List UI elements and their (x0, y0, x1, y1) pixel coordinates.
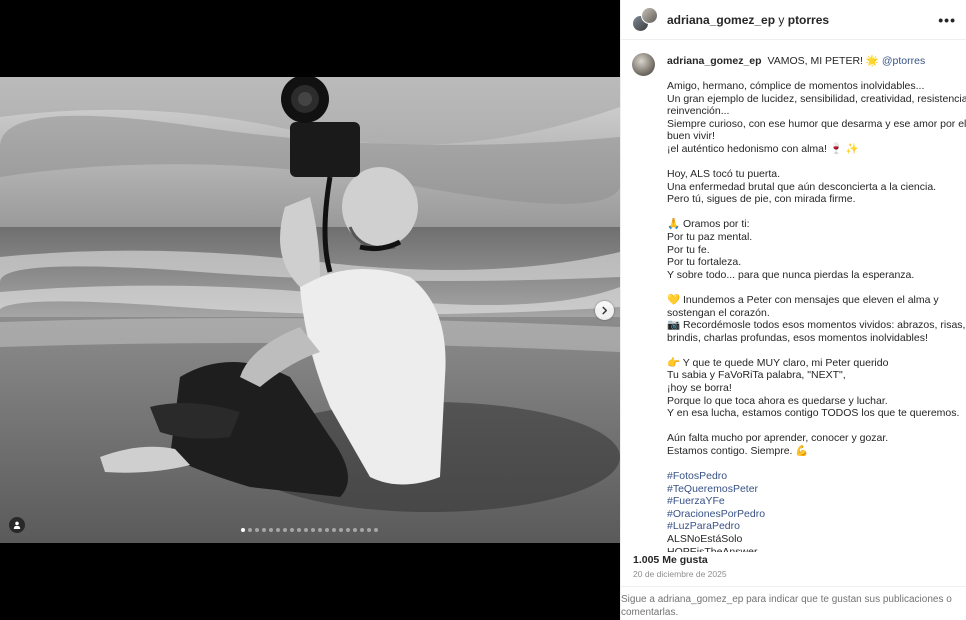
caption-text: VAMOS, MI PETER! 🌟 (767, 55, 879, 67)
post-date[interactable]: 20 de diciembre de 2025 (633, 569, 727, 579)
caption-first-line: adriana_gomez_ep VAMOS, MI PETER! 🌟 @pto… (667, 55, 957, 68)
carousel-dot (325, 528, 329, 532)
caption-line: Un gran ejemplo de lucidez, sensibilidad… (667, 92, 966, 105)
carousel-dot (339, 528, 343, 532)
caption-paragraph: 🙏 Oramos por ti: Por tu paz mental. Por tu… (667, 218, 957, 281)
caption-line: Tu sabia y FaVoRiTa palabra, "NEXT", (667, 369, 846, 382)
caption-paragraph: Aún falta mucho por aprender, conocer y … (667, 432, 957, 457)
carousel-dot (360, 528, 364, 532)
carousel-dot (304, 528, 308, 532)
caption-line: Amigo, hermano, cómplice de momentos ino… (667, 80, 925, 93)
caption-line: Aún falta mucho por aprender, conocer y … (667, 432, 889, 445)
likes-count[interactable]: 1.005 Me gusta (633, 554, 708, 566)
caption-line: 🙏 Oramos por ti: (667, 218, 750, 231)
carousel-dot (311, 528, 315, 532)
beach-photographer-photo (0, 77, 620, 543)
caption-line: ¡el auténtico hedonismo con alma! 🍷 ✨ (667, 143, 859, 156)
caption-username[interactable]: adriana_gomez_ep (667, 55, 762, 67)
caption-line: Por tu paz mental. (667, 231, 753, 244)
hashtag-link[interactable]: #LuzParaPedro (667, 520, 957, 533)
carousel-dot (255, 528, 259, 532)
media-pane (0, 0, 620, 620)
carousel-dot (248, 528, 252, 532)
carousel-dot (346, 528, 350, 532)
more-options-icon: ••• (938, 11, 956, 28)
carousel-dot (367, 528, 371, 532)
caption-line: 👉 Y que te quede MUY claro, mi Peter que… (667, 356, 889, 369)
caption-line: Y sobre todo... para que nunca pierdas l… (667, 268, 915, 281)
author-link[interactable]: adriana_gomez_ep (667, 13, 775, 27)
caption-line: Una enfermedad brutal que aún desconcier… (667, 180, 937, 193)
more-options-button[interactable]: ••• (938, 12, 956, 28)
author-connector: y (778, 12, 785, 27)
carousel-dot (374, 528, 378, 532)
carousel-dot (262, 528, 266, 532)
carousel-dot (269, 528, 273, 532)
caption-paragraph: 💛 Inundemos a Peter con mensajes que ele… (667, 293, 966, 344)
caption-line: brindis, charlas profundas, esos momento… (667, 331, 928, 344)
carousel-dot (276, 528, 280, 532)
carousel-dot (332, 528, 336, 532)
user-tag-icon (13, 521, 21, 529)
carousel-dot (353, 528, 357, 532)
caption-area[interactable]: adriana_gomez_ep VAMOS, MI PETER! 🌟 @pto… (621, 47, 966, 552)
caption-line: Hoy, ALS tocó tu puerta. (667, 168, 781, 181)
login-prompt: Sigue a adriana_gomez_ep para indicar qu… (621, 586, 966, 620)
caption-line: 💛 Inundemos a Peter con mensajes que ele… (667, 293, 939, 306)
post-authors: adriana_gomez_ep y ptorres (667, 13, 829, 27)
caption-line: Siempre curioso, con ese humor que desar… (667, 117, 966, 130)
caption-line: Porque lo que toca ahora es quedarse y l… (667, 394, 888, 407)
tagged-users-button[interactable] (9, 517, 25, 533)
caption-line: 📷 Recordémosle todos esos momentos vivid… (667, 319, 966, 332)
avatar[interactable] (632, 53, 655, 76)
caption-line: reinvención... (667, 105, 730, 118)
author-link[interactable]: ptorres (788, 13, 829, 27)
caption-line: Pero tú, sigues de pie, con mirada firme… (667, 193, 856, 206)
hashtag-link[interactable]: #TeQueremosPeter (667, 483, 957, 496)
caption-line: buen vivir! (667, 130, 715, 143)
mention-link[interactable]: @ptorres (882, 55, 925, 67)
hashtag-list: #FotosPedro #TeQueremosPeter #FuerzaYFe #Or… (667, 470, 957, 552)
caption-paragraph: 👉 Y que te quede MUY claro, mi Peter que… (667, 356, 960, 420)
hashtag-link[interactable]: #FotosPedro (667, 470, 957, 483)
caption-paragraph: Hoy, ALS tocó tu puerta. Una enfermedad b… (667, 168, 957, 206)
post-side-pane: adriana_gomez_ep y ptorres ••• adriana_g… (620, 0, 966, 620)
carousel-indicator (241, 528, 378, 532)
carousel-dot (318, 528, 322, 532)
caption-line: HOPEisTheAnswer (667, 545, 758, 553)
caption-paragraph: Amigo, hermano, cómplice de momentos ino… (667, 80, 966, 156)
avatar (641, 6, 658, 24)
carousel-dot (297, 528, 301, 532)
hashtag-link[interactable]: #FuerzaYFe (667, 495, 957, 508)
caption-body: adriana_gomez_ep VAMOS, MI PETER! 🌟 @pto… (667, 47, 966, 552)
caption-line: Y en esa lucha, estamos contigo TODOS lo… (667, 407, 960, 420)
caption-line: ¡hoy se borra! (667, 381, 732, 394)
post-photo[interactable] (0, 77, 620, 543)
carousel-dot (283, 528, 287, 532)
caption-line: ALSNoEstáSolo (667, 532, 743, 545)
caption-line: sostengan el corazón. (667, 306, 770, 319)
carousel-dot (241, 528, 245, 532)
chevron-right-icon (602, 306, 608, 315)
carousel-next-button[interactable] (595, 301, 614, 320)
post-header: adriana_gomez_ep y ptorres ••• (621, 0, 966, 40)
caption-line: Por tu fe. (667, 243, 710, 256)
caption-line: Por tu fortaleza. (667, 256, 742, 269)
carousel-dot (290, 528, 294, 532)
hashtag-link[interactable]: #OracionesPorPedro (667, 508, 957, 521)
caption-line: Estamos contigo. Siempre. 💪 (667, 444, 809, 457)
avatar-stack[interactable] (632, 6, 658, 33)
